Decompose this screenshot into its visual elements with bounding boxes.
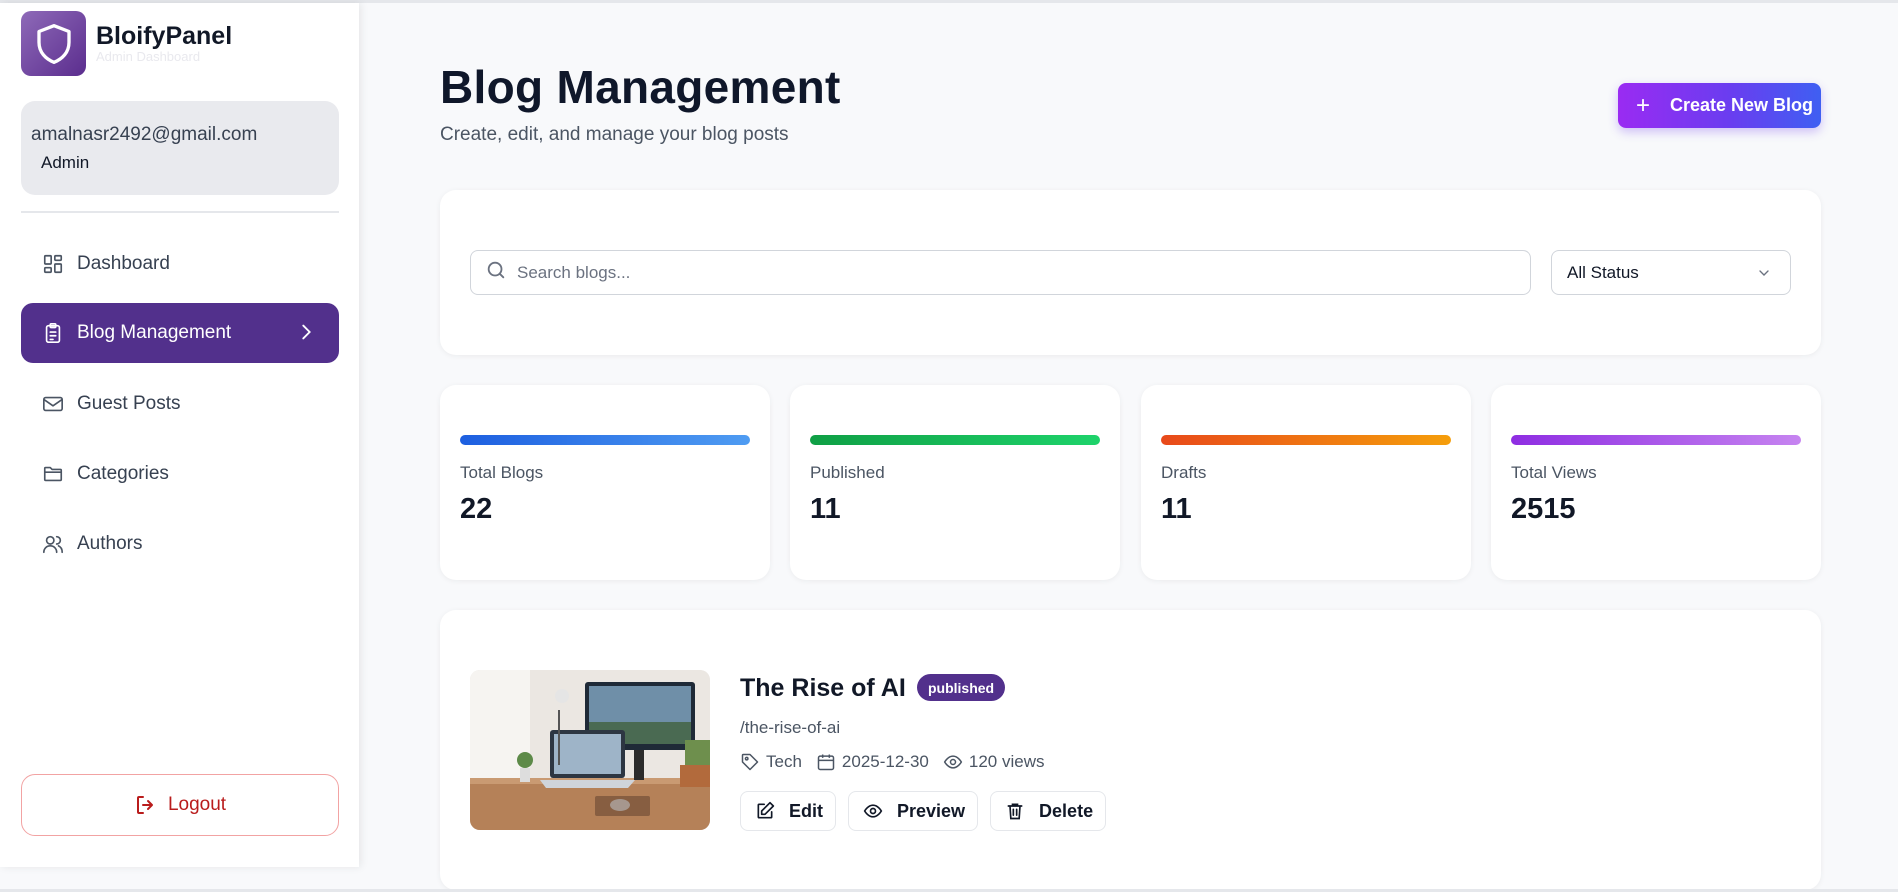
- blog-thumbnail: [470, 670, 710, 830]
- stat-card-published: Published 11: [790, 385, 1120, 580]
- sidebar-item-label: Guest Posts: [77, 393, 181, 414]
- blog-views-label: 120 views: [968, 752, 1045, 771]
- preview-button[interactable]: Preview: [848, 791, 979, 831]
- calendar-icon: [817, 754, 835, 771]
- brand[interactable]: BloifyPanel Admin Dashboard: [21, 11, 232, 76]
- status-filter-select[interactable]: All Status: [1551, 250, 1791, 295]
- create-new-blog-button[interactable]: + Create New Blog: [1618, 83, 1821, 128]
- user-card: amalnasr2492@gmail.com Admin: [21, 101, 339, 195]
- eye-icon: [863, 804, 883, 818]
- eye-icon: [943, 755, 963, 769]
- stat-accent-bar: [1161, 435, 1451, 445]
- search-icon: [485, 259, 507, 286]
- logout-icon: [134, 793, 158, 817]
- delete-button[interactable]: Delete: [990, 791, 1107, 831]
- chevron-down-icon: [1756, 265, 1772, 286]
- search-box[interactable]: [470, 250, 1531, 295]
- page-title: Blog Management: [440, 61, 841, 113]
- blog-actions: Edit Preview Delete: [740, 791, 1118, 831]
- stat-label: Total Blogs: [460, 463, 544, 482]
- sidebar-item-label: Categories: [77, 463, 169, 484]
- status-badge: published: [917, 674, 1006, 701]
- sidebar-item-categories[interactable]: Categories: [21, 444, 339, 504]
- blog-date-label: 2025-12-30: [841, 752, 929, 771]
- stat-accent-bar: [810, 435, 1100, 445]
- stat-label: Published: [810, 463, 885, 482]
- delete-label: Delete: [1039, 800, 1094, 821]
- user-email: amalnasr2492@gmail.com: [31, 124, 258, 145]
- sidebar-divider: [21, 211, 339, 213]
- shield-logo-icon: [21, 11, 86, 76]
- stat-card-total-views: Total Views 2515: [1491, 385, 1821, 580]
- search-input[interactable]: [517, 262, 1417, 283]
- users-icon: [41, 532, 65, 556]
- sidebar-item-label: Blog Management: [77, 322, 232, 343]
- logout-label: Logout: [167, 794, 227, 815]
- edit-label: Edit: [789, 800, 823, 821]
- sidebar-item-dashboard[interactable]: Dashboard: [21, 234, 339, 294]
- tag-icon: [741, 753, 759, 771]
- blog-category: Tech: [740, 752, 802, 772]
- stat-card-total-blogs: Total Blogs 22: [440, 385, 770, 580]
- stat-value: 11: [810, 493, 841, 525]
- page-subtitle: Create, edit, and manage your blog posts: [440, 124, 789, 145]
- sidebar-item-label: Authors: [77, 533, 143, 554]
- stat-value: 11: [1161, 493, 1192, 525]
- blog-category-label: Tech: [766, 752, 802, 771]
- brand-subtitle: Admin Dashboard: [96, 49, 201, 64]
- sidebar-item-label: Dashboard: [77, 253, 170, 274]
- sidebar-item-authors[interactable]: Authors: [21, 514, 339, 574]
- sidebar-item-blog-management[interactable]: Blog Management: [21, 303, 339, 363]
- blog-slug: /the-rise-of-ai: [740, 718, 841, 737]
- sidebar-item-guest-posts[interactable]: Guest Posts: [21, 374, 339, 434]
- stat-card-drafts: Drafts 11: [1141, 385, 1471, 580]
- blog-views: 120 views: [943, 752, 1045, 772]
- stat-label: Drafts: [1161, 463, 1207, 482]
- edit-button[interactable]: Edit: [740, 791, 836, 831]
- blog-date: 2025-12-30: [816, 752, 929, 772]
- preview-label: Preview: [897, 800, 966, 821]
- plus-icon: +: [1636, 91, 1651, 119]
- stat-value: 22: [460, 493, 493, 525]
- create-new-blog-label: Create New Blog: [1670, 95, 1814, 115]
- stat-accent-bar: [1511, 435, 1801, 445]
- stat-label: Total Views: [1511, 463, 1597, 482]
- clipboard-list-icon: [41, 321, 65, 345]
- folder-icon: [41, 462, 65, 486]
- blog-meta: Tech 2025-12-30 120 views: [740, 752, 1059, 772]
- edit-icon: [757, 801, 775, 819]
- sidebar: BloifyPanel Admin Dashboard amalnasr2492…: [0, 3, 359, 867]
- chevron-right-icon: [295, 321, 317, 349]
- blog-list-item: The Rise of AI published /the-rise-of-ai…: [440, 610, 1821, 890]
- stat-accent-bar: [460, 435, 750, 445]
- stat-value: 2515: [1511, 493, 1576, 525]
- filter-card: All Status: [440, 190, 1821, 355]
- layout-grid-icon: [41, 252, 65, 276]
- trash-icon: [1007, 803, 1023, 820]
- mail-icon: [41, 392, 65, 416]
- logout-button[interactable]: Logout: [21, 774, 339, 836]
- blog-title[interactable]: The Rise of AI: [740, 674, 906, 703]
- user-role: Admin: [41, 153, 90, 172]
- status-filter-value: All Status: [1567, 262, 1639, 282]
- brand-name: BloifyPanel: [96, 22, 233, 50]
